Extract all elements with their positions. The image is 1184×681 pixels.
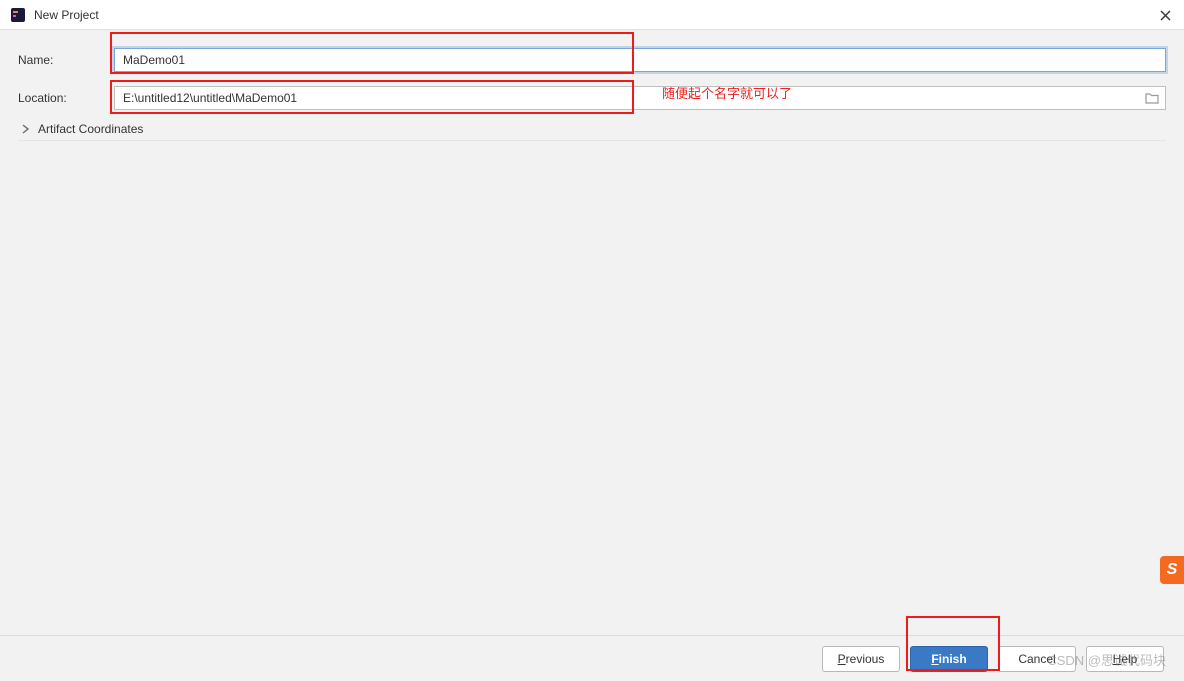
- folder-icon[interactable]: [1144, 91, 1160, 105]
- name-label: Name:: [18, 53, 114, 67]
- annotation-text: 随便起个名字就可以了: [662, 83, 792, 102]
- form-area: Name: Location: 随便起个名字就可以了: [0, 30, 1184, 110]
- cancel-button[interactable]: Cancel: [998, 646, 1076, 672]
- location-label: Location:: [18, 91, 114, 105]
- artifact-coordinates-toggle[interactable]: Artifact Coordinates: [18, 118, 1166, 141]
- button-bar: PPreviousrevious FinishFinish Cancel Hel…: [0, 635, 1184, 681]
- name-row: Name:: [18, 48, 1166, 72]
- titlebar: New Project: [0, 0, 1184, 30]
- artifact-coordinates-label: Artifact Coordinates: [38, 122, 143, 136]
- app-icon: [10, 7, 26, 23]
- location-row: Location: 随便起个名字就可以了: [18, 86, 1166, 110]
- ime-badge[interactable]: S: [1160, 556, 1184, 584]
- help-button[interactable]: HelpHelp: [1086, 646, 1164, 672]
- name-input[interactable]: [114, 48, 1166, 72]
- location-input[interactable]: [114, 86, 1166, 110]
- close-icon[interactable]: [1156, 6, 1174, 24]
- previous-button[interactable]: PPreviousrevious: [822, 646, 900, 672]
- window-title: New Project: [34, 8, 99, 22]
- chevron-right-icon: [22, 124, 32, 134]
- finish-button[interactable]: FinishFinish: [910, 646, 988, 672]
